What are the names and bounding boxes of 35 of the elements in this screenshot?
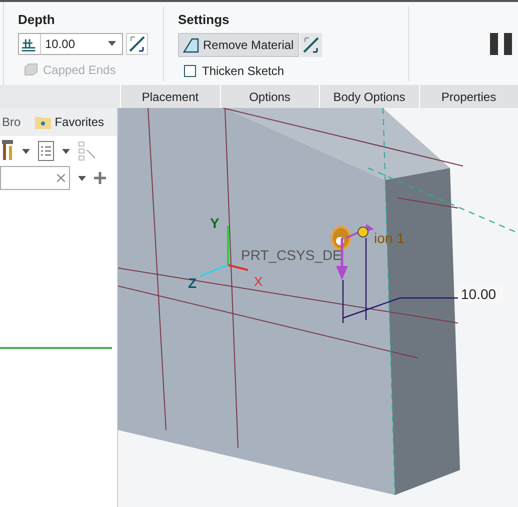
caret-icon[interactable] — [78, 176, 86, 180]
flip-depth-button[interactable] — [126, 32, 148, 54]
capped-ends-icon — [24, 63, 38, 76]
panel-tab[interactable]: Favorites — [32, 108, 106, 136]
depth-field[interactable]: 10.00 — [18, 32, 123, 54]
depth-value: 10.00 — [45, 36, 76, 52]
search-field[interactable] — [0, 166, 70, 190]
depth-icon — [19, 34, 41, 54]
section-label: ion 1 — [374, 230, 404, 246]
flip-material-button[interactable] — [300, 32, 322, 56]
thicken-sketch-checkbox[interactable] — [184, 64, 196, 76]
flip-icon — [128, 34, 146, 52]
edge-line — [398, 198, 458, 208]
caret-icon — [108, 41, 116, 46]
add-icon[interactable] — [94, 172, 106, 184]
csys-label: PRT_CSYS_DE — [241, 247, 342, 263]
group-title: Settings — [178, 11, 230, 29]
folder-icon — [34, 115, 51, 129]
panel-tab[interactable]: Bro — [0, 108, 23, 136]
pause-icon[interactable] — [490, 32, 514, 54]
checkbox-label: Thicken Sketch — [202, 62, 284, 80]
flip-icon — [302, 36, 320, 54]
caret-icon[interactable] — [62, 148, 70, 154]
remove-material-icon — [183, 36, 199, 52]
tab[interactable]: Properties — [418, 85, 518, 108]
tab[interactable]: Options — [220, 85, 319, 108]
remove-material-button[interactable]: Remove Material — [178, 32, 299, 56]
caret-icon[interactable] — [22, 148, 30, 154]
list-icon[interactable] — [38, 141, 54, 161]
tab[interactable]: Placement — [120, 85, 220, 108]
group-title: Depth — [18, 11, 56, 29]
tab[interactable]: Body Options — [319, 85, 418, 108]
dimension-label: 10.00 — [458, 283, 503, 303]
tools-icon[interactable] — [2, 140, 14, 162]
clear-icon[interactable] — [57, 174, 65, 182]
